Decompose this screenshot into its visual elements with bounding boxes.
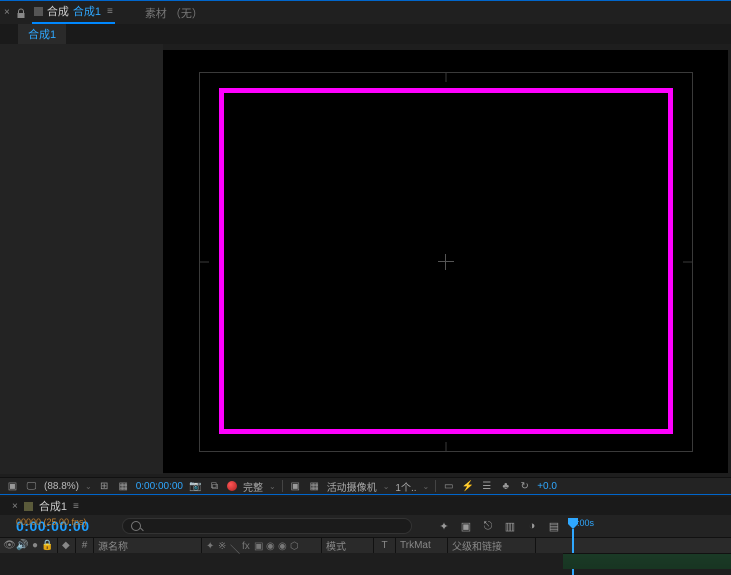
reset-exposure-icon[interactable]: ↻ (518, 480, 531, 493)
active-comp-tab[interactable]: 合成 合成1 ≡ (32, 1, 115, 24)
timeline-columns-header: 👁 🔊 ● 🔒 ◆ # 源名称 ✦※＼fx ▣◉◉⬡ 模式 T TrkMat 父… (0, 537, 731, 553)
timeline-tab-menu-icon[interactable]: ≡ (73, 501, 79, 512)
comp-tab-name: 合成1 (73, 3, 101, 19)
video-eye-icon[interactable]: 👁 (4, 540, 15, 551)
comp-mini-flowchart-icon[interactable]: ✦ (437, 519, 451, 533)
switches-column-header[interactable]: ✦※＼fx ▣◉◉⬡ (202, 538, 322, 553)
flowchart-tab[interactable]: 合成1 (18, 24, 66, 45)
mode-column-header[interactable]: 模式 (322, 538, 374, 553)
shy-icon[interactable]: ⎋ (481, 519, 495, 533)
composition-viewer[interactable] (163, 50, 728, 473)
layer-bar-area[interactable] (563, 553, 731, 569)
comp-tab-prefix: 合成 (47, 3, 69, 19)
trkmat-column-header[interactable]: TrkMat (396, 538, 448, 553)
graph-editor-icon[interactable]: ▤ (547, 519, 561, 533)
flowchart-panel (0, 44, 163, 474)
search-icon (131, 521, 141, 531)
grid-mask-icon[interactable]: ▦ (117, 480, 130, 493)
zoom-level[interactable]: (88.8%) (44, 481, 79, 492)
pixel-aspect-icon[interactable]: ▭ (442, 480, 455, 493)
fast-previews-icon[interactable]: ⚡ (461, 480, 474, 493)
transparency-grid-icon[interactable]: ▦ (308, 480, 321, 493)
zoom-chevron-icon[interactable]: ⌄ (85, 482, 92, 491)
close-timeline-icon[interactable]: × (12, 501, 18, 512)
safe-zones-icon[interactable]: ⊞ (98, 480, 111, 493)
flowchart-tab-bar: 合成1 (0, 24, 731, 44)
viewer-controls-bar: ▣ 🖵 (88.8%) ⌄ ⊞ ▦ 0:00:00:00 📷 ⧉ 完整 ⌄ ▣ … (0, 477, 731, 495)
timeline-search[interactable] (122, 518, 412, 534)
camera-dropdown[interactable]: 活动摄像机 (327, 479, 377, 494)
av-toggles-header: 👁 🔊 ● 🔒 (0, 538, 58, 553)
views-chevron-icon[interactable]: ⌄ (423, 482, 430, 491)
timeline-color-swatch (24, 502, 33, 511)
camera-chevron-icon[interactable]: ⌄ (383, 482, 390, 491)
timeline-tab-name[interactable]: 合成1 (39, 498, 67, 514)
views-dropdown[interactable]: 1个.. (395, 479, 416, 494)
composition-tab-bar: × 合成 合成1 ≡ 素材 （无） (0, 0, 731, 24)
comp-color-swatch (34, 7, 43, 16)
always-preview-icon[interactable]: ▣ (6, 480, 19, 493)
solo-icon[interactable]: ● (30, 540, 40, 551)
resolution-dropdown[interactable]: 完整 (243, 479, 263, 494)
lock-icon[interactable] (16, 8, 26, 18)
index-column-header[interactable]: # (76, 538, 94, 553)
timeline-tab-bar: × 合成1 ≡ (0, 497, 731, 515)
time-ruler[interactable]: :00s (563, 515, 731, 537)
close-panel-icon[interactable]: × (4, 7, 10, 18)
exposure-value[interactable]: +0.0 (537, 481, 557, 492)
frame-info: 00000 (25.00 fps) (16, 517, 87, 527)
viewer-timecode[interactable]: 0:00:00:00 (136, 481, 183, 492)
frame-blend-icon[interactable]: ▥ (503, 519, 517, 533)
label-column-header[interactable]: ◆ (58, 538, 76, 553)
timeline-icon[interactable]: ☰ (480, 480, 493, 493)
draft3d-icon[interactable]: ▣ (459, 519, 473, 533)
resolution-chevron-icon[interactable]: ⌄ (269, 482, 276, 491)
motion-blur-icon[interactable]: ◑ (525, 519, 539, 533)
source-name-column-header[interactable]: 源名称 (94, 538, 202, 553)
viewer-center-crosshair (438, 254, 454, 270)
footage-tab[interactable]: 素材 （无） (145, 5, 203, 21)
snapshot-icon[interactable]: 📷 (189, 480, 202, 493)
roi-icon[interactable]: ▣ (289, 480, 302, 493)
show-snapshot-icon[interactable]: ⧉ (208, 480, 221, 493)
timeline-panel: × 合成1 ≡ 0:00:00:00 ✦ ▣ ⎋ ▥ ◑ ▤ 00000 (25… (0, 497, 731, 572)
audio-speaker-icon[interactable]: 🔊 (17, 540, 28, 551)
lock-column-icon[interactable]: 🔒 (42, 540, 53, 551)
comp-flowchart-icon[interactable]: ♣ (499, 480, 512, 493)
parent-column-header[interactable]: 父级和链接 (448, 538, 536, 553)
channel-icon[interactable] (227, 481, 237, 491)
tab-menu-icon[interactable]: ≡ (107, 6, 113, 17)
ruler-label-0: :00s (577, 518, 594, 528)
t-column-header[interactable]: T (374, 538, 396, 553)
monitor-icon[interactable]: 🖵 (25, 480, 38, 493)
